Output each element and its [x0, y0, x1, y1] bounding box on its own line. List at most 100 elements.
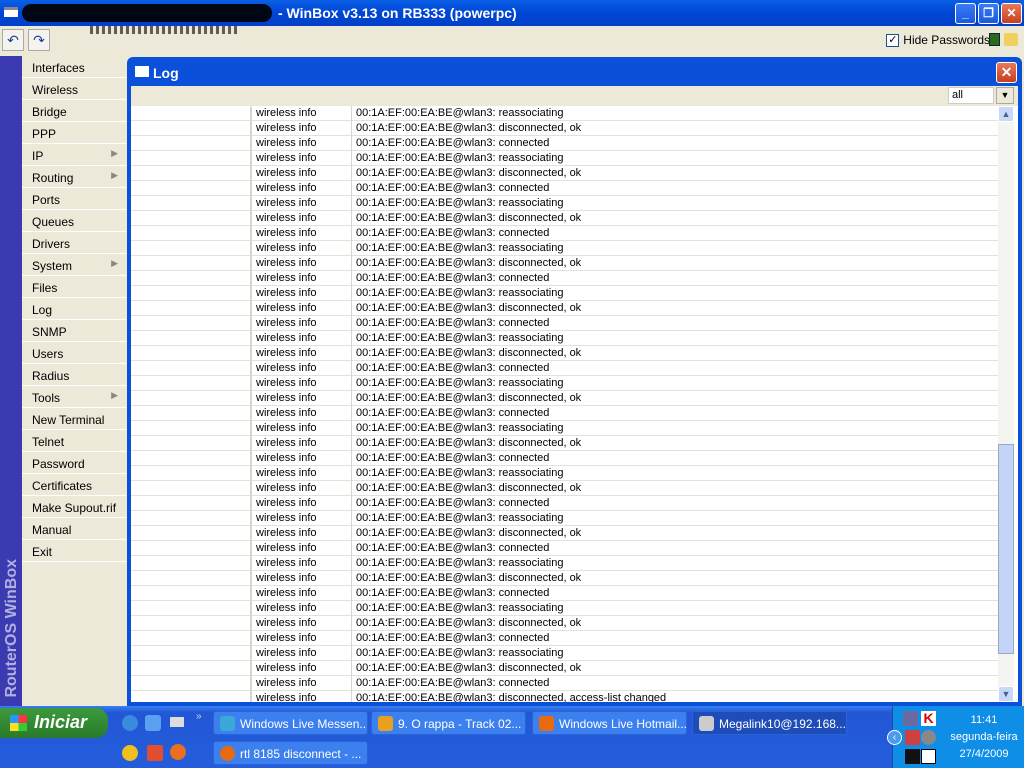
media-player-icon[interactable]	[122, 745, 138, 761]
log-row[interactable]: wireless info 00:1A:EF:00:EA:BE@wlan3: di…	[131, 436, 998, 452]
sidebar-item-label: Ports	[32, 193, 61, 207]
log-row[interactable]: wireless info 00:1A:EF:00:EA:BE@wlan3: re…	[131, 601, 998, 617]
sidebar-item-telnet[interactable]: Telnet	[22, 430, 126, 452]
column-divider	[351, 106, 352, 702]
log-row[interactable]: wireless info 00:1A:EF:00:EA:BE@wlan3: co…	[131, 361, 998, 377]
log-row[interactable]: wireless info 00:1A:EF:00:EA:BE@wlan3: di…	[131, 301, 998, 317]
taskbar-button[interactable]: Windows Live Messen...	[213, 711, 368, 735]
hide-passwords-checkbox[interactable]: ✓ Hide Passwords	[886, 33, 990, 47]
maximize-button[interactable]: ❐	[978, 3, 999, 24]
log-row[interactable]: wireless info 00:1A:EF:00:EA:BE@wlan3: re…	[131, 421, 998, 437]
sidebar-item-interfaces[interactable]: Interfaces	[22, 56, 126, 78]
undo-button[interactable]: ↶	[2, 29, 24, 51]
log-row[interactable]: wireless info 00:1A:EF:00:EA:BE@wlan3: di…	[131, 166, 998, 182]
log-row[interactable]: wireless info 00:1A:EF:00:EA:BE@wlan3: co…	[131, 541, 998, 557]
app-icon[interactable]	[147, 745, 163, 761]
sidebar-item-log[interactable]: Log	[22, 298, 126, 320]
tray-app-icon[interactable]	[905, 730, 920, 745]
log-row[interactable]: wireless info 00:1A:EF:00:EA:BE@wlan3: di…	[131, 211, 998, 227]
sidebar-item-ppp[interactable]: PPP	[22, 122, 126, 144]
network-icon[interactable]	[903, 711, 918, 726]
log-row[interactable]: wireless info 00:1A:EF:00:EA:BE@wlan3: co…	[131, 181, 998, 197]
log-row[interactable]: wireless info 00:1A:EF:00:EA:BE@wlan3: co…	[131, 271, 998, 287]
firefox-icon[interactable]	[170, 744, 186, 760]
chevron-expand-icon[interactable]: »	[196, 711, 202, 722]
sidebar-item-password[interactable]: Password	[22, 452, 126, 474]
scroll-down-arrow-icon[interactable]: ▼	[998, 686, 1014, 702]
show-desktop-icon[interactable]	[170, 717, 184, 727]
sidebar-item-radius[interactable]: Radius	[22, 364, 126, 386]
log-row[interactable]: wireless info 00:1A:EF:00:EA:BE@wlan3: di…	[131, 526, 998, 542]
filter-dropdown-button[interactable]: ▼	[996, 87, 1014, 104]
log-row[interactable]: wireless info 00:1A:EF:00:EA:BE@wlan3: di…	[131, 571, 998, 587]
log-time	[131, 332, 251, 347]
log-row[interactable]: wireless info 00:1A:EF:00:EA:BE@wlan3: co…	[131, 631, 998, 647]
topic-filter-select[interactable]: all	[948, 87, 994, 104]
sidebar-item-files[interactable]: Files	[22, 276, 126, 298]
log-row[interactable]: wireless info 00:1A:EF:00:EA:BE@wlan3: re…	[131, 646, 998, 662]
taskbar-button[interactable]: Megalink10@192.168...	[692, 711, 847, 735]
log-close-button[interactable]: ✕	[996, 62, 1017, 83]
log-row[interactable]: wireless info 00:1A:EF:00:EA:BE@wlan3: di…	[131, 121, 998, 137]
log-row[interactable]: wireless info 00:1A:EF:00:EA:BE@wlan3: di…	[131, 661, 998, 677]
log-row[interactable]: wireless info 00:1A:EF:00:EA:BE@wlan3: co…	[131, 496, 998, 512]
log-row[interactable]: wireless info 00:1A:EF:00:EA:BE@wlan3: co…	[131, 586, 998, 602]
log-row[interactable]: wireless info 00:1A:EF:00:EA:BE@wlan3: di…	[131, 691, 998, 702]
sidebar-item-wireless[interactable]: Wireless	[22, 78, 126, 100]
internet-explorer-icon[interactable]	[122, 715, 138, 731]
minimize-button[interactable]: _	[955, 3, 976, 24]
sidebar-item-manual[interactable]: Manual	[22, 518, 126, 540]
log-row[interactable]: wireless info 00:1A:EF:00:EA:BE@wlan3: co…	[131, 316, 998, 332]
log-row[interactable]: wireless info 00:1A:EF:00:EA:BE@wlan3: re…	[131, 241, 998, 257]
sidebar-item-bridge[interactable]: Bridge	[22, 100, 126, 122]
close-button[interactable]: ✕	[1001, 3, 1022, 24]
sidebar-item-queues[interactable]: Queues	[22, 210, 126, 232]
kaspersky-icon[interactable]: K	[921, 711, 936, 726]
sidebar-item-routing[interactable]: Routing ▶	[22, 166, 126, 188]
scroll-up-arrow-icon[interactable]: ▲	[998, 106, 1014, 122]
clock[interactable]: 11:41 segunda-feira 27/4/2009	[943, 712, 1024, 763]
sidebar-item-new-terminal[interactable]: New Terminal	[22, 408, 126, 430]
vertical-scrollbar[interactable]: ▲ ▼	[998, 106, 1014, 702]
log-row[interactable]: wireless info 00:1A:EF:00:EA:BE@wlan3: di…	[131, 616, 998, 632]
log-row[interactable]: wireless info 00:1A:EF:00:EA:BE@wlan3: re…	[131, 376, 998, 392]
sidebar-item-snmp[interactable]: SNMP	[22, 320, 126, 342]
tray-app-icon[interactable]	[921, 749, 936, 764]
show-hidden-icons-button[interactable]: ‹	[887, 730, 902, 745]
log-row[interactable]: wireless info 00:1A:EF:00:EA:BE@wlan3: co…	[131, 451, 998, 467]
taskbar-button[interactable]: 9. O rappa - Track 02...	[371, 711, 526, 735]
sidebar-item-exit[interactable]: Exit	[22, 540, 126, 562]
log-row[interactable]: wireless info 00:1A:EF:00:EA:BE@wlan3: re…	[131, 556, 998, 572]
taskbar-button[interactable]: rtl 8185 disconnect - ...	[213, 741, 368, 765]
log-row[interactable]: wireless info 00:1A:EF:00:EA:BE@wlan3: re…	[131, 151, 998, 167]
sidebar-item-ports[interactable]: Ports	[22, 188, 126, 210]
log-row[interactable]: wireless info 00:1A:EF:00:EA:BE@wlan3: di…	[131, 481, 998, 497]
log-row[interactable]: wireless info 00:1A:EF:00:EA:BE@wlan3: re…	[131, 466, 998, 482]
log-row[interactable]: wireless info 00:1A:EF:00:EA:BE@wlan3: di…	[131, 391, 998, 407]
email-icon[interactable]	[145, 715, 161, 731]
scrollbar-thumb[interactable]	[998, 444, 1014, 654]
redo-button[interactable]: ↷	[28, 29, 50, 51]
log-row[interactable]: wireless info 00:1A:EF:00:EA:BE@wlan3: re…	[131, 196, 998, 212]
sidebar-item-system[interactable]: System ▶	[22, 254, 126, 276]
log-row[interactable]: wireless info 00:1A:EF:00:EA:BE@wlan3: di…	[131, 256, 998, 272]
sidebar-item-users[interactable]: Users	[22, 342, 126, 364]
start-button[interactable]: Iniciar	[0, 708, 108, 738]
taskbar-button[interactable]: Windows Live Hotmail...	[532, 711, 687, 735]
sidebar-item-tools[interactable]: Tools ▶	[22, 386, 126, 408]
log-row[interactable]: wireless info 00:1A:EF:00:EA:BE@wlan3: re…	[131, 286, 998, 302]
log-row[interactable]: wireless info 00:1A:EF:00:EA:BE@wlan3: co…	[131, 676, 998, 692]
tray-app-icon[interactable]	[905, 749, 920, 764]
sidebar-item-drivers[interactable]: Drivers	[22, 232, 126, 254]
log-row[interactable]: wireless info 00:1A:EF:00:EA:BE@wlan3: re…	[131, 106, 998, 122]
sidebar-item-make-supout-rif[interactable]: Make Supout.rif	[22, 496, 126, 518]
log-row[interactable]: wireless info 00:1A:EF:00:EA:BE@wlan3: co…	[131, 226, 998, 242]
volume-icon[interactable]	[921, 730, 936, 745]
sidebar-item-ip[interactable]: IP ▶	[22, 144, 126, 166]
log-row[interactable]: wireless info 00:1A:EF:00:EA:BE@wlan3: co…	[131, 406, 998, 422]
sidebar-item-certificates[interactable]: Certificates	[22, 474, 126, 496]
log-row[interactable]: wireless info 00:1A:EF:00:EA:BE@wlan3: re…	[131, 331, 998, 347]
log-row[interactable]: wireless info 00:1A:EF:00:EA:BE@wlan3: co…	[131, 136, 998, 152]
log-row[interactable]: wireless info 00:1A:EF:00:EA:BE@wlan3: di…	[131, 346, 998, 362]
log-row[interactable]: wireless info 00:1A:EF:00:EA:BE@wlan3: re…	[131, 511, 998, 527]
